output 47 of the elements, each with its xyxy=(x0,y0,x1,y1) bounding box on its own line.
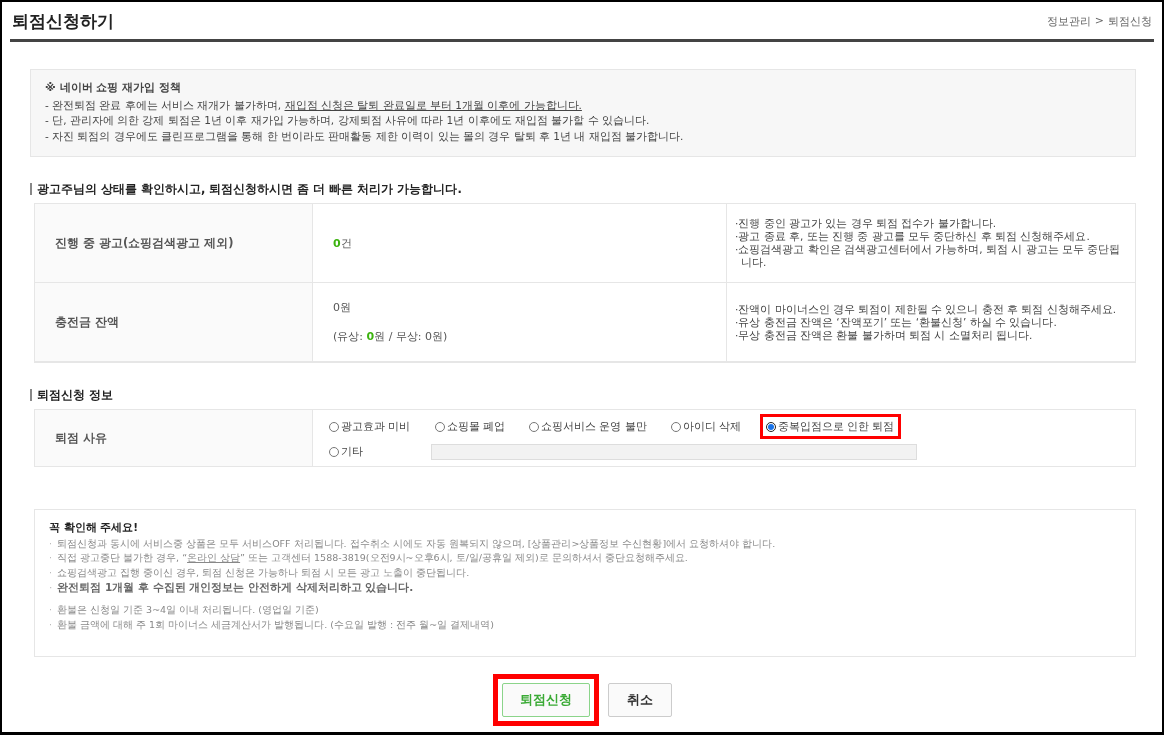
policy-underlined-text: 재입점 신청은 탈퇴 완료일로 부터 1개월 이후에 가능합니다. xyxy=(284,98,582,111)
radio-icon[interactable] xyxy=(765,421,776,432)
section-heading: 광고주님의 상태를 확인하시고, 퇴점신청하시면 좀 더 빠른 처리가 가능합니다. xyxy=(30,183,1136,195)
reason-radio-option[interactable]: 아이디 삭제 xyxy=(665,414,748,439)
notice-title: 꼭 확인해 주세요! xyxy=(49,520,140,535)
notice-line: 완전퇴점 1개월 후 수집된 개인정보는 안전하게 삭제처리하고 있습니다. xyxy=(57,580,414,595)
note-text: ·광고 종료 후, 또는 진행 중 광고를 모두 중단하신 후 퇴점 신청해주세요. xyxy=(735,230,1091,243)
notice-line: 쇼핑검색광고 집행 중이신 경우, 퇴점 신청은 가능하나 퇴점 시 모든 광고 노출이 중단됩니다. xyxy=(57,565,470,580)
breadcrumb-item[interactable]: 퇴점신청 xyxy=(1108,14,1152,29)
breadcrumb-item[interactable]: 정보관리 xyxy=(1046,14,1091,29)
policy-title: ※ 네이버 쇼핑 재가입 정책 xyxy=(45,80,182,96)
policy-line: - 완전퇴점 완료 후에는 서비스 재개가 불가하며, 재입점 신청은 탈퇴 완료일로 부터 1개월 이후에 가능합니다. xyxy=(45,97,583,113)
bullet: · xyxy=(49,602,53,617)
reason-radio-option[interactable]: 쇼핑몰 폐업 xyxy=(428,414,511,439)
reason-radio-option[interactable]: 쇼핑서비스 운영 불만 xyxy=(523,414,653,439)
bullet: · xyxy=(49,551,53,566)
page-title: 퇴점신청하기 xyxy=(12,10,114,33)
policy-line: - 자진 퇴점의 경우에도 클린프로그램을 통해 한 번이라도 판매활동 제한 이력이 있는 몰의 경우 탈퇴 후 1년 내 재입점 불가합니다. xyxy=(45,128,685,144)
note-text: ·유상 충전금 잔액은 ‘잔액포기’ 또는 ‘환불신청’ 하실 수 있습니다. xyxy=(735,315,1058,329)
row-label: 진행 중 광고(쇼핑검색광고 제외) xyxy=(35,204,313,283)
notice-line: 직접 광고중단 불가한 경우, “온라인 상담” 또는 고객센터 1588-3819(오전9시~오후6시, 토/일/공휴일 제외)로 문의하셔서 중단요청해주세요. xyxy=(57,551,688,566)
value-text: 0건 xyxy=(333,235,353,251)
notice-line: 환불 금액에 대해 주 1회 마이너스 세금계산서가 발행됩니다. (수요일 발행 : 전주 월~일 결제내역) xyxy=(57,617,494,632)
bullet: · xyxy=(49,580,53,595)
note-text: ·쇼핑검색광고 확인은 검색광고센터에서 가능하며, 퇴점 시 광고는 모두 중단됩니다. xyxy=(735,243,1122,269)
note-text: ·무상 충전금 잔액은 환불 불가하며 퇴점 시 소멸처리 됩니다. xyxy=(735,328,1034,342)
notice-line: 퇴점신청과 동시에 서비스중 상품은 모두 서비스OFF 처리됩니다. 접수취소 시에도 자동 원복되지 않으며, [상품관리>상품정보 수신현황]에서 요청하셔야 합니다. xyxy=(57,536,776,551)
reason-label: 퇴점 사유 xyxy=(35,410,313,466)
breadcrumb-separator: > xyxy=(1094,14,1104,29)
radio-icon[interactable] xyxy=(434,421,445,432)
value-text: 0원 xyxy=(333,300,352,315)
value-text: (유상: 0원 / 무상: 0원) xyxy=(333,329,449,344)
section-heading: 퇴점신청 정보 xyxy=(30,389,1136,401)
radio-icon[interactable] xyxy=(329,421,339,432)
row-label: 충전금 잔액 xyxy=(35,283,313,362)
radio-icon[interactable] xyxy=(529,421,539,432)
reason-radio-option[interactable]: 광고효과 미비 xyxy=(323,414,417,439)
consult-link[interactable]: 온라인 상담 xyxy=(187,552,241,564)
notice-line: 환불은 신청일 기준 3~4일 이내 처리됩니다. (영업일 기준) xyxy=(57,602,319,617)
note-text: ·잔액이 마이너스인 경우 퇴점이 제한될 수 있으니 충전 후 퇴점 신청해주세요. xyxy=(735,302,1118,316)
note-text: ·진행 중인 광고가 있는 경우 퇴점 접수가 불가합니다. xyxy=(735,217,998,230)
bullet: · xyxy=(49,536,53,551)
bullet: · xyxy=(49,565,53,580)
policy-line: - 단, 관리자에 의한 강제 퇴점은 1년 이후 재가입 가능하며, 강제퇴점 사유에 따라 1년 이후에도 재입점 불가할 수 있습니다. xyxy=(45,113,651,128)
bullet: · xyxy=(49,617,53,632)
reason-radio-option[interactable]: 중복입점으로 인한 퇴점 xyxy=(759,414,901,439)
radio-icon[interactable] xyxy=(671,421,681,432)
